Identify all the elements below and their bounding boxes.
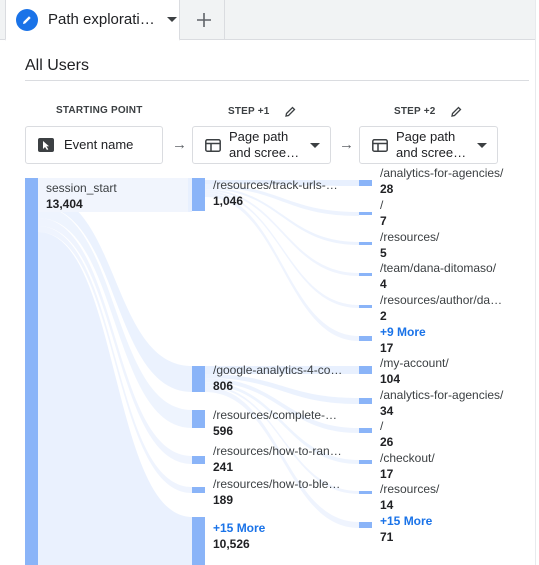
step2-node-label[interactable]: /resources/ <box>380 482 439 496</box>
step1-node-label[interactable]: /google-analytics-4-co… <box>213 363 342 377</box>
step2-node-label[interactable]: /analytics-for-agencies/ <box>380 388 503 402</box>
start-node-label: session_start <box>46 181 117 195</box>
step2-node-value: 28 <box>380 182 394 196</box>
step2-more-bar[interactable] <box>359 522 372 528</box>
step1-node-bar[interactable] <box>192 366 205 392</box>
step2-node-bar[interactable] <box>359 398 372 404</box>
step2-node-value: 2 <box>380 309 387 323</box>
step2-node-label[interactable]: /resources/ <box>380 230 439 244</box>
step2-node-bar[interactable] <box>359 212 372 215</box>
step1-node-bar[interactable] <box>192 178 205 211</box>
step1-node-value: 241 <box>213 460 234 474</box>
step2-node-value: 14 <box>380 498 394 512</box>
step2-node-value: 17 <box>380 467 394 481</box>
step2-node-value: 104 <box>380 372 401 386</box>
step2-node-label[interactable]: /resources/author/da… <box>380 293 502 307</box>
step2-node-bar[interactable] <box>359 460 372 464</box>
step2-node-bar[interactable] <box>359 242 372 245</box>
step2-node-value: 5 <box>380 246 387 260</box>
step2-node-label[interactable]: / <box>380 419 383 433</box>
step2-more-link[interactable]: +15 More <box>380 514 432 528</box>
start-node-bar[interactable] <box>25 178 38 565</box>
step1-node-value: 189 <box>213 493 234 507</box>
step2-node-label[interactable]: /my-account/ <box>380 356 449 370</box>
step2-node-value: 4 <box>380 277 387 291</box>
step2-node-value: 34 <box>380 404 394 418</box>
step1-more-link[interactable]: +15 More <box>213 521 265 535</box>
step1-node-bar[interactable] <box>192 487 205 493</box>
step1-node-value: 1,046 <box>213 194 244 208</box>
step2-node-bar[interactable] <box>359 491 372 494</box>
step2-node-value: 26 <box>380 435 394 449</box>
step1-node-bar[interactable] <box>192 410 205 428</box>
step2-node-bar[interactable] <box>359 428 372 433</box>
step1-node-label[interactable]: /resources/how-to-ran… <box>213 444 342 458</box>
step2-more-bar[interactable] <box>359 336 372 341</box>
step2-node-label[interactable]: / <box>380 198 383 212</box>
step1-node-label[interactable]: /resources/how-to-ble… <box>213 477 340 491</box>
step1-node-label[interactable]: /resources/track-urls-… <box>213 178 338 192</box>
step2-node-bar[interactable] <box>359 305 372 308</box>
step2-more-value: 17 <box>380 341 394 355</box>
step2-more-link[interactable]: +9 More <box>380 325 426 339</box>
step2-node-label[interactable]: /team/dana-ditomaso/ <box>380 261 496 275</box>
step2-node-bar[interactable] <box>359 366 372 374</box>
step2-node-value: 7 <box>380 214 387 228</box>
step1-more-value: 10,526 <box>213 537 250 551</box>
step1-more-bar[interactable] <box>192 517 205 565</box>
start-node-value: 13,404 <box>46 197 83 211</box>
step2-node-label[interactable]: /analytics-for-agencies/ <box>380 166 503 180</box>
step2-more-value: 71 <box>380 530 394 544</box>
step2-node-bar[interactable] <box>359 273 372 276</box>
scrollbar[interactable] <box>535 0 539 565</box>
step2-node-label[interactable]: /checkout/ <box>380 451 435 465</box>
step1-node-value: 596 <box>213 424 234 438</box>
step1-node-label[interactable]: /resources/complete-… <box>213 408 337 422</box>
step2-node-bar[interactable] <box>359 180 372 186</box>
step1-node-bar[interactable] <box>192 456 205 464</box>
step1-node-value: 806 <box>213 379 234 393</box>
